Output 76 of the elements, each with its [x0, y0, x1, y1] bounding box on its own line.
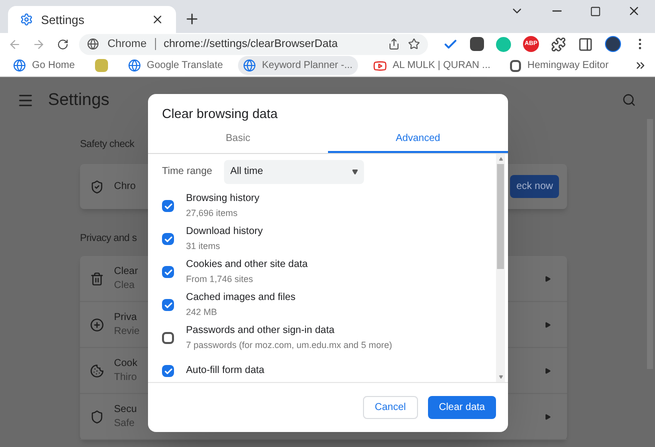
item-title: Passwords and other sign-in data	[186, 324, 336, 338]
row-title: Secu	[114, 402, 137, 416]
bookmark-item[interactable]: Go Home	[8, 56, 80, 75]
item-title: Download history	[186, 225, 263, 239]
item-title: Browsing history	[186, 192, 260, 206]
row-title: Cook	[114, 356, 138, 370]
side-panel-icon[interactable]	[578, 36, 593, 52]
trash-icon	[90, 272, 104, 286]
tab-title: Settings	[41, 12, 86, 28]
share-icon[interactable]	[388, 38, 400, 50]
item-detail: From 1,746 sites	[186, 273, 254, 286]
reload-icon[interactable]	[56, 38, 68, 50]
arrow-right-icon[interactable]	[545, 368, 551, 374]
row-detail: Thiro	[114, 370, 137, 384]
checkbox[interactable]	[162, 233, 174, 245]
star-icon[interactable]	[408, 38, 420, 50]
item-detail: 7 passwords (for moz.com, um.edu.mx and 5 more)	[186, 339, 392, 352]
globe-icon	[87, 38, 100, 50]
row-title: Chro	[114, 180, 136, 194]
maximize-icon[interactable]	[590, 6, 601, 16]
time-range-label: Time range	[162, 165, 212, 179]
avatar-icon[interactable]	[605, 36, 621, 52]
plus-circle-icon	[90, 318, 104, 332]
section-heading: Privacy and s	[80, 232, 137, 246]
row-title: Clear	[114, 264, 138, 278]
globe-icon	[13, 59, 26, 72]
row-title: Priva	[114, 310, 137, 324]
row-detail: Revie	[114, 324, 140, 338]
cancel-button[interactable]: Cancel	[362, 396, 418, 419]
address-bar[interactable]: Chrome chrome://settings/clearBrowserData	[79, 34, 428, 54]
extensions-icon[interactable]	[551, 36, 566, 52]
arrow-right-icon[interactable]	[545, 414, 551, 420]
dialog-tab[interactable]: Advanced	[328, 126, 508, 152]
time-range-select[interactable]: All time	[224, 160, 364, 184]
item-title: Auto-fill form data	[186, 364, 264, 378]
search-icon[interactable]	[622, 93, 636, 107]
scroll-down-icon[interactable]	[498, 375, 502, 379]
globe-icon	[128, 59, 141, 72]
dropdown-arrow-icon	[352, 168, 358, 174]
check-now-button[interactable]: eck now	[510, 175, 559, 198]
bookmark-item[interactable]: Google Translate	[122, 56, 228, 75]
clear-data-button[interactable]: Clear data	[428, 396, 496, 419]
bookmark-item[interactable]: AL MULK | QURAN ...	[368, 56, 496, 75]
more-bookmarks-icon[interactable]	[634, 59, 647, 72]
close-icon[interactable]	[627, 4, 641, 18]
checkbox[interactable]	[162, 266, 174, 278]
item-detail: 31 items	[186, 240, 222, 253]
cookie-icon	[90, 364, 104, 378]
url-text: chrome://settings/clearBrowserData	[164, 36, 339, 52]
bookmark-item[interactable]: Hemingway Editor	[505, 56, 614, 75]
origin-label: Chrome	[107, 36, 147, 52]
close-icon[interactable]	[151, 13, 164, 26]
bookmark-item[interactable]: Keyword Planner -...	[238, 56, 358, 75]
dialog-title: Clear browsing data	[161, 105, 279, 123]
item-title: Cookies and other site data	[186, 258, 308, 272]
item-title: Cached images and files	[186, 291, 296, 305]
page-title: Settings	[48, 89, 110, 112]
arrow-right-icon[interactable]	[545, 276, 551, 282]
checkbox[interactable]	[162, 299, 174, 311]
arrow-right-icon[interactable]	[545, 322, 551, 328]
scroll-up-icon[interactable]	[498, 156, 502, 160]
browser-tab[interactable]: Settings	[8, 6, 176, 33]
row-detail: Safe	[114, 416, 135, 430]
globe-icon	[242, 59, 256, 72]
checkbox[interactable]	[162, 365, 174, 377]
checkbox[interactable]	[162, 332, 174, 344]
dialog-tab[interactable]: Basic	[148, 126, 328, 152]
item-detail: 242 MB	[186, 306, 218, 319]
scrollbar-thumb[interactable]	[497, 164, 504, 270]
checkbox[interactable]	[162, 200, 174, 212]
row-detail: Clea	[114, 278, 135, 292]
item-detail: 27,696 items	[186, 207, 239, 220]
video-icon	[372, 58, 387, 72]
section-heading: Safety check	[80, 138, 134, 152]
settings-icon	[20, 13, 33, 26]
new-tab-icon[interactable]	[184, 11, 200, 27]
